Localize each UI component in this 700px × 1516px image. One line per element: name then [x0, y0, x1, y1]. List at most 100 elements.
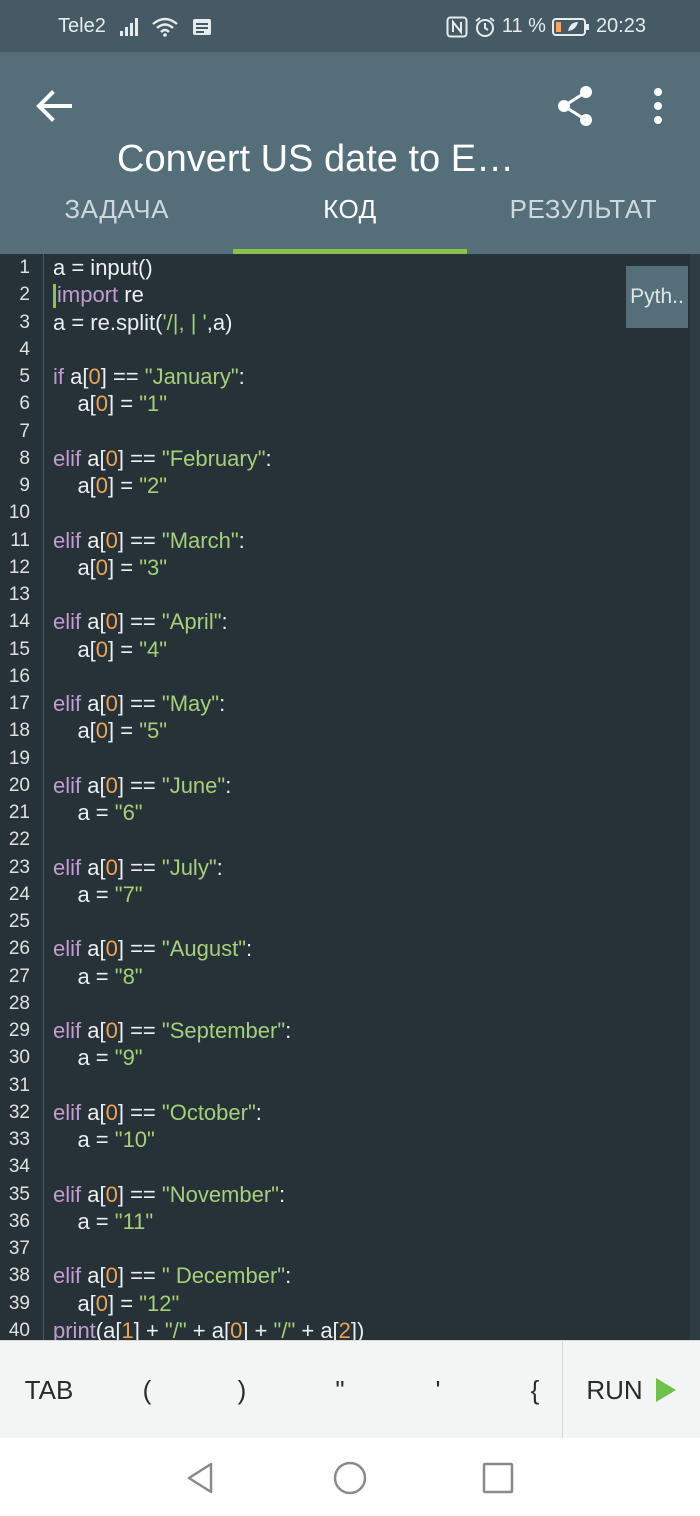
back-arrow-icon[interactable]: [30, 82, 78, 130]
code-line[interactable]: 37: [0, 1235, 690, 1262]
code-text[interactable]: a[0] = "3": [53, 554, 167, 581]
code-line[interactable]: 14 elif a[0] == "April":: [0, 608, 690, 635]
line-number: 19: [8, 747, 30, 769]
code-line[interactable]: 25: [0, 908, 690, 935]
code-line[interactable]: 31: [0, 1072, 690, 1099]
code-line[interactable]: 10: [0, 499, 690, 526]
key-single-quote[interactable]: ': [409, 1341, 467, 1439]
line-number: 11: [10, 529, 30, 551]
run-label: RUN: [586, 1374, 643, 1405]
key-tab[interactable]: TAB: [10, 1341, 88, 1439]
code-line[interactable]: 9 a[0] = "2": [0, 472, 690, 499]
code-line[interactable]: 36 a = "11": [0, 1208, 690, 1235]
scrollbar[interactable]: [690, 254, 700, 1340]
code-text[interactable]: elif a[0] == "September":: [53, 1017, 291, 1044]
code-line[interactable]: 24 a = "7": [0, 881, 690, 908]
code-text[interactable]: a[0] = "1": [53, 390, 167, 417]
code-text[interactable]: elif a[0] == "June":: [53, 772, 231, 799]
message-icon: [192, 18, 211, 35]
code-text[interactable]: print(a[1] + "/" + a[0] + "/" + a[2]): [53, 1317, 364, 1340]
code-text[interactable]: elif a[0] == "July":: [53, 854, 223, 881]
nav-home-icon[interactable]: [330, 1458, 370, 1498]
code-line[interactable]: 35 elif a[0] == "November":: [0, 1181, 690, 1208]
line-number: 9: [19, 475, 30, 496]
line-number: 26: [8, 938, 30, 960]
code-line[interactable]: 23 elif a[0] == "July":: [0, 854, 690, 881]
code-text[interactable]: elif a[0] == "February":: [53, 445, 272, 472]
code-line[interactable]: 13: [0, 581, 690, 608]
code-text[interactable]: elif a[0] == "April":: [53, 608, 228, 635]
code-line[interactable]: 5 if a[0] == "January":: [0, 363, 690, 390]
code-line[interactable]: 7: [0, 418, 690, 445]
code-line[interactable]: 33 a = "10": [0, 1126, 690, 1153]
code-line[interactable]: 2 import re: [0, 281, 690, 309]
play-icon: [655, 1378, 676, 1402]
code-line[interactable]: 20 elif a[0] == "June":: [0, 772, 690, 799]
key-close-paren[interactable]: ): [213, 1341, 271, 1439]
code-line[interactable]: 21 a = "6": [0, 799, 690, 826]
line-number: 37: [8, 1238, 30, 1259]
code-line[interactable]: 30 a = "9": [0, 1044, 690, 1071]
code-line[interactable]: 39 a[0] = "12": [0, 1290, 690, 1317]
code-line[interactable]: 26 elif a[0] == "August":: [0, 935, 690, 962]
key-double-quote[interactable]: ": [311, 1341, 369, 1439]
code-line[interactable]: 22: [0, 826, 690, 853]
code-text[interactable]: a = "6": [53, 799, 142, 826]
code-line[interactable]: 8 elif a[0] == "February":: [0, 445, 690, 472]
code-line[interactable]: 28: [0, 990, 690, 1017]
code-editor[interactable]: 1 a = input() 2 import re 3 a = re.split('/|,…: [0, 254, 700, 1340]
code-text[interactable]: elif a[0] == "May":: [53, 690, 225, 717]
code-line[interactable]: 40 print(a[1] + "/" + a[0] + "/" + a[2]): [0, 1317, 690, 1340]
code-text[interactable]: if a[0] == "January":: [53, 363, 245, 390]
code-line[interactable]: 27 a = "8": [0, 963, 690, 990]
code-line[interactable]: 12 a[0] = "3": [0, 554, 690, 581]
code-line[interactable]: 29 elif a[0] == "September":: [0, 1017, 690, 1044]
line-number: 21: [8, 802, 30, 823]
code-area[interactable]: 1 a = input() 2 import re 3 a = re.split('/|,…: [0, 254, 690, 1340]
line-number: 28: [8, 992, 30, 1014]
code-line[interactable]: 4: [0, 336, 690, 363]
code-text[interactable]: a = input(): [53, 254, 153, 281]
nav-recents-icon[interactable]: [478, 1458, 518, 1498]
code-line[interactable]: 11 elif a[0] == "March":: [0, 527, 690, 554]
key-open-brace[interactable]: {: [506, 1341, 564, 1439]
code-line[interactable]: 18 a[0] = "5": [0, 717, 690, 744]
tab-task[interactable]: ЗАДАЧА: [0, 180, 233, 254]
code-line[interactable]: 34: [0, 1153, 690, 1180]
code-line[interactable]: 19: [0, 745, 690, 772]
code-text[interactable]: a = "9": [53, 1044, 142, 1071]
more-vert-icon[interactable]: [634, 82, 682, 130]
code-text[interactable]: a[0] = "5": [53, 717, 167, 744]
code-line[interactable]: 38 elif a[0] == " December":: [0, 1262, 690, 1289]
nav-back-icon[interactable]: [181, 1458, 221, 1498]
code-text[interactable]: a = "7": [53, 881, 142, 908]
code-text[interactable]: elif a[0] == "August":: [53, 935, 252, 962]
code-line[interactable]: 17 elif a[0] == "May":: [0, 690, 690, 717]
line-number: 13: [8, 584, 30, 605]
key-open-paren[interactable]: (: [118, 1341, 176, 1439]
language-selector[interactable]: Pyth..: [626, 266, 688, 328]
code-text[interactable]: elif a[0] == "March":: [53, 527, 245, 554]
share-icon[interactable]: [552, 82, 600, 130]
code-text[interactable]: a[0] = "2": [53, 472, 167, 499]
code-text[interactable]: import re: [53, 281, 144, 309]
code-line[interactable]: 15 a[0] = "4": [0, 636, 690, 663]
code-line[interactable]: 1 a = input(): [0, 254, 690, 281]
tab-code[interactable]: КОД: [233, 180, 467, 254]
code-line[interactable]: 16: [0, 663, 690, 690]
line-number: 12: [8, 556, 30, 578]
code-line[interactable]: 32 elif a[0] == "October":: [0, 1099, 690, 1126]
tab-result[interactable]: РЕЗУЛЬТАТ: [467, 180, 700, 254]
code-text[interactable]: a[0] = "12": [53, 1290, 179, 1317]
code-text[interactable]: a = "11": [53, 1208, 153, 1235]
code-text[interactable]: a = "8": [53, 963, 142, 990]
code-line[interactable]: 3 a = re.split('/|, | ',a): [0, 309, 690, 336]
code-text[interactable]: elif a[0] == " December":: [53, 1262, 291, 1289]
code-text[interactable]: a[0] = "4": [53, 636, 167, 663]
code-text[interactable]: a = "10": [53, 1126, 154, 1153]
code-text[interactable]: a = re.split('/|, | ',a): [53, 309, 232, 336]
code-text[interactable]: elif a[0] == "November":: [53, 1181, 285, 1208]
code-text[interactable]: elif a[0] == "October":: [53, 1099, 262, 1126]
run-button[interactable]: RUN: [562, 1341, 700, 1439]
code-line[interactable]: 6 a[0] = "1": [0, 390, 690, 417]
